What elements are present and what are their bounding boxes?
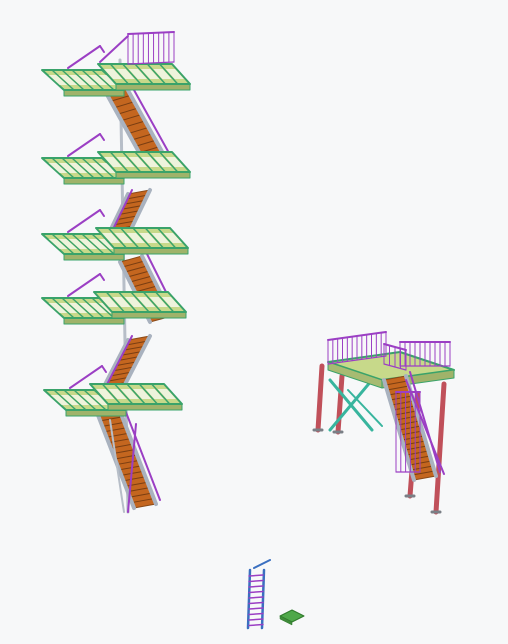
ladder-hook <box>253 559 271 569</box>
landing-handrail <box>99 133 105 141</box>
ladder-rung <box>248 574 264 577</box>
ladder-rung <box>248 612 264 616</box>
platform-column-2 <box>335 373 345 435</box>
ladder-rung <box>248 623 264 627</box>
structure-scene[interactable] <box>0 0 508 644</box>
ladder-rung <box>248 579 264 583</box>
landing-handrail <box>99 209 105 217</box>
vertical-ladder[interactable] <box>246 559 271 630</box>
ladder-rung <box>248 607 264 610</box>
ladder-rung <box>248 618 264 621</box>
ladder-rung <box>248 601 264 605</box>
landing-handrail <box>99 273 105 281</box>
top-stair-rail <box>99 35 129 63</box>
floor-plate[interactable] <box>279 609 305 626</box>
ladder-rung <box>248 585 264 588</box>
landing-handrail <box>67 209 101 233</box>
ladder-rung <box>248 590 264 594</box>
landing-handrail <box>67 133 101 157</box>
platform-stair <box>382 371 441 482</box>
platform-column-1 <box>315 363 325 433</box>
landing-handrail <box>67 45 101 69</box>
stair-flight-5 <box>94 401 161 510</box>
elevated-platform[interactable] <box>312 331 455 515</box>
landing-handrail <box>101 365 107 373</box>
platform-column-4 <box>433 381 447 515</box>
landing-handrail <box>99 45 105 53</box>
stair-tower[interactable] <box>41 31 191 514</box>
top-guardrail <box>127 31 175 65</box>
guardrail-top <box>127 31 175 35</box>
3d-model-viewport[interactable] <box>0 0 508 644</box>
ladder-rung <box>248 596 264 599</box>
